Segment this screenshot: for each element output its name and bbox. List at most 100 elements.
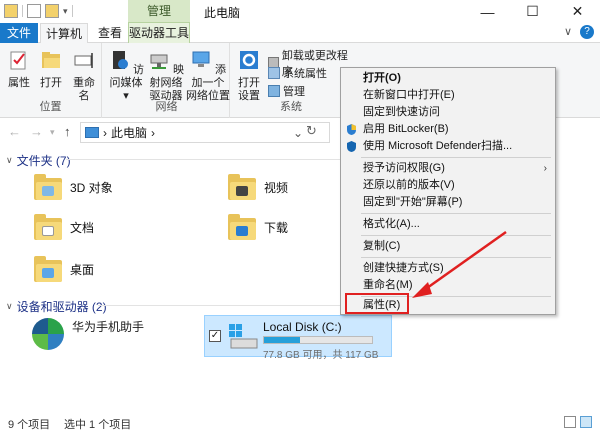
menu-item-pin-quick-access[interactable]: 固定到快速访问 [341,104,555,121]
help-icon[interactable]: ? [580,25,594,39]
tab-computer[interactable]: 计算机 [40,23,88,44]
folder-label: 文档 [70,220,95,235]
drive-local-disk-c[interactable]: ✓ Local Disk (C:) 77.8 GB 可用，共 117 GB [204,315,392,361]
hard-drive-icon [229,324,258,349]
open-settings-button[interactable]: 打开 设置 [234,49,264,103]
menu-item-label: 使用 Microsoft Defender扫描... [363,140,513,152]
chevron-down-icon: ∨ [6,301,13,311]
forward-button[interactable]: → [30,124,43,139]
address-text: 此电脑 [111,126,148,140]
selection-checkbox[interactable]: ✓ [209,330,221,342]
details-view-icon[interactable] [564,416,576,428]
address-bar[interactable]: › 此电脑 › ⌄ [80,122,330,143]
computer-management-icon [268,85,280,97]
folder-label: 视频 [264,180,289,195]
separator [71,5,73,17]
menu-separator [361,235,551,236]
highlight-box [345,293,409,314]
title-bar: ▾ 管理 此电脑 — ☐ ✕ [0,0,600,23]
menu-item-label: 固定到"开始"屏幕(P) [363,196,463,208]
drive-name: Local Disk (C:) [263,320,342,334]
menu-item-format[interactable]: 格式化(A)... [341,216,555,233]
large-icons-view-icon[interactable] [580,416,592,428]
system-properties-button[interactable]: 系统属性 [268,65,327,81]
window-title: 此电脑 [204,6,241,20]
maximize-button[interactable]: ☐ [510,0,555,23]
menu-item-rename[interactable]: 重命名(M) [341,277,555,294]
refresh-button[interactable]: ↻ [306,123,317,139]
up-button[interactable]: ↑ [64,124,71,139]
menu-item-label: 创建快捷方式(S) [363,262,444,274]
devices-header-label: 设备和驱动器 (2) [16,300,107,314]
menu-item-open[interactable]: 打开(O) [341,70,555,87]
rename-icon [74,53,93,68]
open-button[interactable]: 打开 [38,49,64,90]
qat-dropdown-icon[interactable]: ▾ [63,6,68,17]
chevron-down-icon: ∨ [6,155,13,165]
menu-item-open-new-window[interactable]: 在新窗口中打开(E) [341,87,555,104]
manage-button[interactable]: 管理 [268,83,305,99]
group-location: 属性 打开 重命名 位置 [0,43,102,118]
section-header-devices[interactable]: ∨ 设备和驱动器 (2) [6,298,107,315]
folder-desktop[interactable]: 桌面 [34,256,94,282]
group-network: 访问媒体 ▾ 映射网络 驱动器 添加一个 网络位置 网络 [104,43,230,118]
address-separator: › [103,125,107,140]
map-network-drive-button[interactable]: 映射网络 驱动器 [146,49,186,103]
menu-item-label: 启用 BitLocker(B) [363,123,449,135]
menu-separator [361,157,551,158]
menu-item-create-shortcut[interactable]: 创建快捷方式(S) [341,260,555,277]
section-header-folders[interactable]: ∨ 文件夹 (7) [6,152,71,169]
system-properties-label: 系统属性 [283,68,327,80]
menu-item-label: 重命名(M) [363,279,413,291]
recent-locations-icon[interactable]: ▾ [50,127,55,138]
folder-documents[interactable]: 文档 [34,214,94,240]
folder-label: 下载 [264,220,289,235]
view-toggle [564,416,592,428]
expand-ribbon-button[interactable]: ∨ [564,25,572,39]
ribbon-tabs: 文件 计算机 查看 驱动器工具 ∨ ? [0,23,600,44]
folder-label: 桌面 [70,262,95,277]
folder-videos[interactable]: 视频 [228,174,288,200]
gear-icon [240,51,258,69]
properties-icon[interactable] [27,4,41,18]
address-separator: › [151,125,156,140]
group-title-location: 位置 [39,101,62,113]
properties-button[interactable]: 属性 [6,49,32,90]
menu-item-pin-start[interactable]: 固定到"开始"屏幕(P) [341,194,555,211]
tab-drive-tools[interactable]: 驱动器工具 [128,23,190,43]
drive-usage-bar [263,336,373,344]
system-properties-icon [268,67,280,79]
back-button[interactable]: ← [8,124,21,139]
menu-separator [361,257,551,258]
status-bar: 9 个项目 选中 1 个项目 [0,412,600,434]
device-huawei-assistant[interactable]: 华为手机助手 [32,318,144,350]
menu-separator [361,213,551,214]
folder-3d-objects[interactable]: 3D 对象 [34,174,113,200]
rename-button[interactable]: 重命名 [68,49,100,103]
access-media-button[interactable]: 访问媒体 ▾ [106,49,146,103]
menu-item-restore-versions[interactable]: 还原以前的版本(V) [341,177,555,194]
menu-item-bitlocker[interactable]: 启用 BitLocker(B) [341,121,555,138]
huawei-assistant-icon [32,318,64,350]
folder-label: 3D 对象 [70,180,113,195]
folders-header-label: 文件夹 (7) [16,154,71,168]
menu-item-label: 打开(O) [363,72,401,84]
group-title-network: 网络 [155,101,178,113]
menu-item-label: 复制(C) [363,240,401,252]
close-button[interactable]: ✕ [555,0,600,23]
menu-item-copy[interactable]: 复制(C) [341,238,555,255]
new-folder-icon[interactable] [45,4,59,18]
quick-access-toolbar: ▾ [4,4,73,18]
media-server-icon [112,51,128,69]
menu-item-give-access[interactable]: 授予访问权限(G) › [341,160,555,177]
address-dropdown-icon[interactable]: ⌄ [293,126,303,140]
folder-open-icon [42,52,60,68]
menu-item-defender-scan[interactable]: 使用 Microsoft Defender扫描... [341,138,555,155]
minimize-button[interactable]: — [465,0,510,23]
add-network-location-button[interactable]: 添加一个 网络位置 [186,49,230,103]
folder-downloads[interactable]: 下载 [228,214,288,240]
tab-view[interactable]: 查看 [92,23,128,43]
tab-file[interactable]: 文件 [0,23,38,43]
drive-free-space: 77.8 GB 可用，共 117 GB [263,350,379,361]
item-count: 9 个项目 [8,419,51,431]
